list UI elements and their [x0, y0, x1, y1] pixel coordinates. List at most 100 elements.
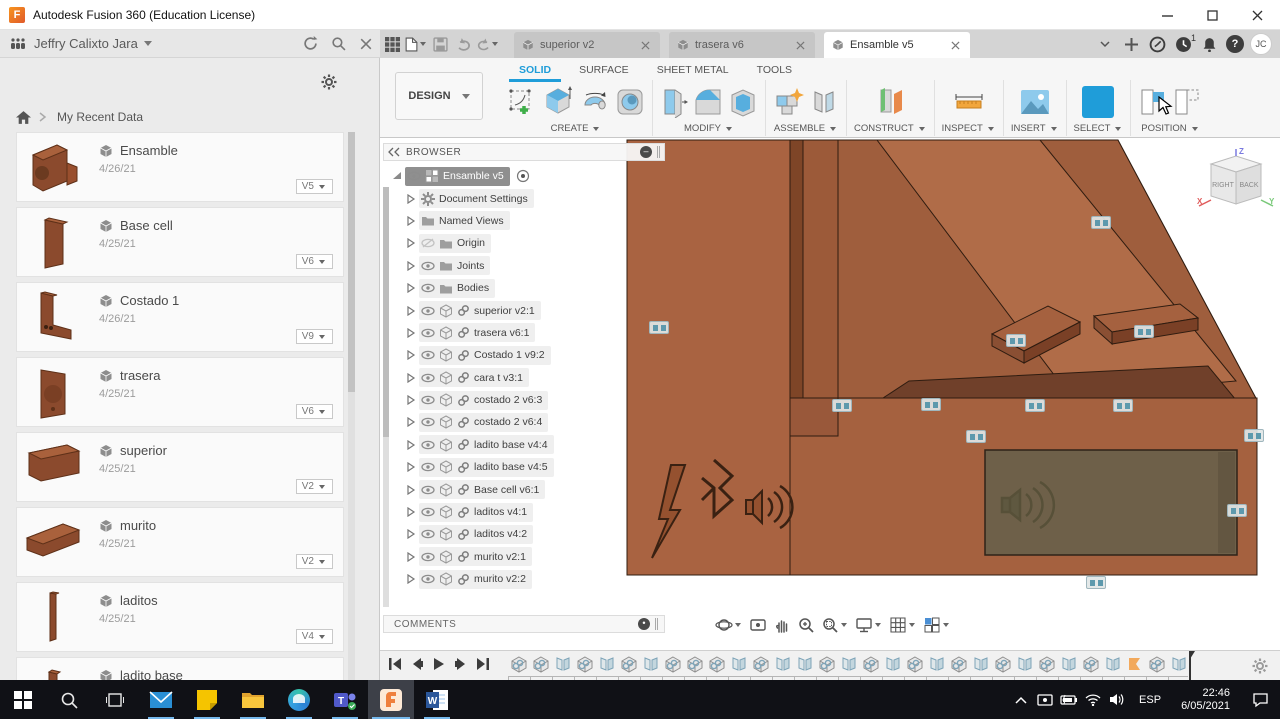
data-item-ladito-base[interactable]: ladito base — [16, 657, 344, 680]
insert-canvas-button[interactable] — [1018, 87, 1052, 117]
ribbon-tab-tools[interactable]: TOOLS — [743, 62, 806, 80]
timeline-feature-joint-icon[interactable] — [598, 655, 616, 673]
viewports-icon[interactable] — [923, 616, 951, 634]
new-tab-button[interactable] — [1118, 31, 1144, 57]
fusion360-taskbar-icon[interactable] — [368, 680, 414, 719]
timeline-feature-component-icon[interactable] — [906, 655, 924, 673]
visibility-eye-icon[interactable] — [421, 350, 435, 360]
revert-position-button[interactable] — [1172, 86, 1202, 118]
construct-group-label[interactable]: CONSTRUCT — [854, 123, 927, 136]
timeline-feature-joint-icon[interactable] — [1016, 655, 1034, 673]
tray-volume-icon[interactable] — [1105, 693, 1129, 706]
visibility-eye-icon[interactable] — [421, 485, 435, 495]
visibility-eye-icon[interactable] — [421, 462, 435, 472]
expand-triangle-icon[interactable] — [403, 283, 419, 293]
expand-triangle-icon[interactable] — [403, 440, 419, 450]
timeline-feature-joint-icon[interactable] — [554, 655, 572, 673]
timeline-feature-component-icon[interactable] — [994, 655, 1012, 673]
maximize-button[interactable] — [1190, 0, 1235, 30]
browser-root-item[interactable]: Ensamble v5 — [405, 166, 510, 186]
data-item-murito[interactable]: murito 4/25/21 V2 — [16, 507, 344, 577]
activate-component-radio[interactable] — [516, 169, 530, 183]
timeline-feature-joint-icon[interactable] — [1060, 655, 1078, 673]
browser-folder-pill[interactable]: Document Settings — [419, 189, 534, 209]
visibility-eye-icon[interactable] — [407, 171, 421, 181]
timeline-feature-joint-icon[interactable] — [928, 655, 946, 673]
joint-marker-icon[interactable] — [832, 399, 852, 412]
new-component-button[interactable] — [773, 86, 805, 118]
tray-cast-icon[interactable] — [1033, 693, 1057, 707]
ribbon-tab-solid[interactable]: SOLID — [505, 62, 565, 82]
browser-component-ladito-base-v4-4[interactable]: ladito base v4:4 — [383, 434, 665, 456]
expand-triangle-icon[interactable] — [403, 373, 419, 383]
tab-overflow-button[interactable] — [1092, 31, 1118, 57]
browser-component-murito-v2-2[interactable]: murito v2:2 — [383, 568, 665, 590]
browser-folder-pill[interactable]: Named Views — [419, 211, 510, 231]
notifications-bell-icon[interactable] — [1196, 31, 1222, 57]
action-center-icon[interactable] — [1240, 692, 1280, 708]
expand-triangle-icon[interactable] — [403, 216, 419, 226]
look-at-icon[interactable] — [749, 616, 767, 634]
expand-triangle-icon[interactable] — [403, 507, 419, 517]
expand-triangle-icon[interactable] — [403, 306, 419, 316]
tray-chevron-icon[interactable] — [1009, 696, 1033, 704]
user-name[interactable]: Jeffry Calixto Jara — [34, 36, 138, 51]
view-cube[interactable]: RIGHT BACK Z X Y — [1195, 146, 1277, 218]
word-app-icon[interactable]: W — [414, 680, 460, 719]
browser-scrollbar[interactable] — [383, 187, 389, 607]
ribbon-tab-sheet-metal[interactable]: SHEET METAL — [643, 62, 743, 80]
hole-button[interactable] — [615, 87, 645, 117]
undo-button[interactable] — [452, 30, 476, 58]
timeline-feature-component-icon[interactable] — [708, 655, 726, 673]
visibility-eye-icon[interactable] — [421, 373, 435, 383]
account-avatar[interactable]: JC — [1248, 31, 1274, 57]
item-version-dropdown[interactable]: V2 — [295, 479, 333, 494]
timeline-feature-component-icon[interactable] — [862, 655, 880, 673]
visibility-eye-icon[interactable] — [421, 552, 435, 562]
go-to-end-button[interactable] — [476, 656, 490, 672]
joint-marker-icon[interactable] — [1134, 325, 1154, 338]
timeline-feature-component-icon[interactable] — [686, 655, 704, 673]
browser-component-pill[interactable]: laditos v4:2 — [419, 524, 534, 544]
timeline-feature-component-icon[interactable] — [576, 655, 594, 673]
visibility-eye-icon[interactable] — [421, 529, 435, 539]
browser-minimize-icon[interactable]: – — [640, 146, 652, 158]
tab-close-icon[interactable] — [638, 38, 652, 52]
save-button[interactable] — [428, 30, 452, 58]
browser-folder-named-views[interactable]: Named Views — [383, 210, 665, 232]
position-group-label[interactable]: POSITION — [1141, 123, 1199, 136]
visibility-eye-icon[interactable] — [421, 283, 435, 293]
visibility-eye-icon[interactable] — [421, 261, 435, 271]
browser-component-pill[interactable]: costado 2 v6:4 — [419, 412, 549, 432]
timeline-feature-joint-icon[interactable] — [796, 655, 814, 673]
pan-icon[interactable] — [773, 616, 791, 634]
browser-folder-pill[interactable]: Bodies — [419, 278, 496, 298]
language-indicator[interactable]: ESP — [1129, 694, 1171, 706]
collapse-browser-icon[interactable] — [388, 147, 400, 157]
show-data-panel-button[interactable] — [380, 30, 404, 58]
help-icon[interactable]: ? — [1222, 31, 1248, 57]
press-pull-button[interactable] — [660, 86, 688, 118]
go-to-start-button[interactable] — [388, 656, 402, 672]
item-version-dropdown[interactable]: V6 — [295, 404, 333, 419]
insert-group-label[interactable]: INSERT — [1011, 123, 1059, 136]
browser-component-pill[interactable]: murito v2:1 — [419, 547, 532, 567]
select-group-label[interactable]: SELECT — [1074, 123, 1124, 136]
create-group-label[interactable]: CREATE — [551, 123, 602, 136]
edge-app-icon[interactable] — [276, 680, 322, 719]
search-button[interactable] — [324, 30, 352, 58]
viewport-canvas[interactable]: RIGHT BACK Z X Y BROWSER – Ensamble v5 Do… — [380, 138, 1280, 650]
modify-group-label[interactable]: MODIFY — [684, 123, 734, 136]
data-item-costado-1[interactable]: Costado 1 4/26/21 V9 — [16, 282, 344, 352]
browser-component-pill[interactable]: ladito base v4:5 — [419, 457, 554, 477]
timeline-feature-component-icon[interactable] — [510, 655, 528, 673]
play-button[interactable] — [432, 656, 446, 672]
timeline-feature-component-icon[interactable] — [818, 655, 836, 673]
home-icon[interactable] — [16, 111, 31, 124]
extensions-icon[interactable] — [1144, 31, 1170, 57]
start-button[interactable] — [0, 680, 46, 719]
sticky-notes-app-icon[interactable] — [184, 680, 230, 719]
document-tab-superior-v2[interactable]: superior v2 — [514, 32, 660, 58]
visibility-eye-off-icon[interactable] — [421, 238, 435, 248]
fit-icon[interactable] — [821, 616, 849, 634]
